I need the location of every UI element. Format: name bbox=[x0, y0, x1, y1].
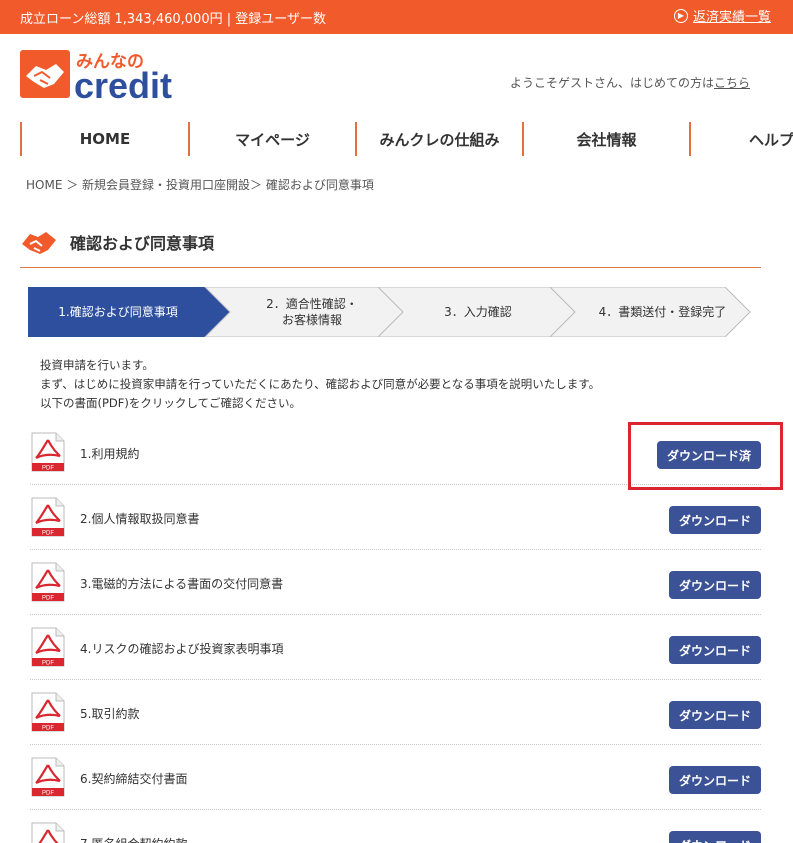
pdf-icon[interactable]: PDF bbox=[30, 822, 66, 843]
returns-link[interactable]: 返済実績一覧 bbox=[693, 6, 771, 25]
handshake-icon bbox=[22, 232, 56, 254]
document-name[interactable]: 7.匿名組合契約約款 bbox=[80, 835, 187, 843]
document-name[interactable]: 2.個人情報取扱同意書 bbox=[80, 510, 199, 527]
handshake-logo-icon: みんなの credit bbox=[20, 50, 172, 106]
document-name[interactable]: 6.契約締結交付書面 bbox=[80, 770, 187, 787]
pdf-icon[interactable]: PDF bbox=[30, 627, 66, 667]
highlight-box bbox=[628, 422, 783, 490]
document-row: PDF 2.個人情報取扱同意書 ダウンロード bbox=[30, 485, 761, 550]
nav-item-how-it-works[interactable]: みんクレの仕組み bbox=[355, 122, 522, 156]
step-4-label: 4．書類送付・登録完了 bbox=[598, 305, 727, 319]
nav-item-home[interactable]: HOME bbox=[20, 122, 188, 156]
returns-link-group[interactable]: ▶ 返済実績一覧 bbox=[673, 6, 771, 25]
step-indicator: 1.確認および同意事項 2．適合性確認・ お客様情報 3．入力確認 4．書類送付… bbox=[28, 287, 768, 337]
site-logo[interactable]: みんなの credit bbox=[20, 46, 200, 106]
step-2-line1: 2．適合性確認・ bbox=[266, 297, 358, 311]
pdf-icon[interactable]: PDF bbox=[30, 757, 66, 797]
svg-text:PDF: PDF bbox=[42, 791, 54, 797]
pdf-icon[interactable]: PDF bbox=[30, 562, 66, 602]
svg-text:PDF: PDF bbox=[42, 596, 54, 602]
download-button[interactable]: ダウンロード bbox=[669, 636, 761, 664]
pdf-icon[interactable]: PDF bbox=[30, 432, 66, 472]
welcome-message: ようこそゲストさん、はじめての方はこちら bbox=[510, 74, 750, 91]
page-heading: 確認および同意事項 bbox=[20, 222, 761, 268]
document-name[interactable]: 3.電磁的方法による書面の交付同意書 bbox=[80, 575, 283, 592]
welcome-text: ようこそゲストさん、はじめての方は bbox=[510, 76, 715, 90]
document-row: PDF 4.リスクの確認および投資家表明事項 ダウンロード bbox=[30, 615, 761, 680]
download-button[interactable]: ダウンロード bbox=[669, 506, 761, 534]
first-time-link[interactable]: こちら bbox=[714, 76, 750, 90]
svg-text:PDF: PDF bbox=[42, 466, 54, 472]
intro-line1: 投資申請を行います。 bbox=[40, 358, 154, 372]
download-button[interactable]: ダウンロード bbox=[669, 766, 761, 794]
step-3-label: 3．入力確認 bbox=[444, 305, 512, 319]
document-row: PDF 7.匿名組合契約約款 ダウンロード bbox=[30, 810, 761, 843]
step-2-label: 2．適合性確認・ お客様情報 bbox=[228, 287, 396, 337]
document-name[interactable]: 1.利用規約 bbox=[80, 445, 139, 462]
svg-text:PDF: PDF bbox=[42, 726, 54, 732]
arrow-circle-icon: ▶ bbox=[673, 8, 688, 23]
breadcrumb: HOME ＞ 新規会員登録・投資用口座開設＞ 確認および同意事項 bbox=[26, 178, 374, 192]
pdf-icon[interactable]: PDF bbox=[30, 692, 66, 732]
document-row: PDF 5.取引約款 ダウンロード bbox=[30, 680, 761, 745]
download-button[interactable]: ダウンロード bbox=[669, 831, 761, 843]
pdf-icon[interactable]: PDF bbox=[30, 497, 66, 537]
step-1-label: 1.確認および同意事項 bbox=[58, 305, 178, 319]
main-nav: HOME マイページ みんクレの仕組み 会社情報 ヘルプ bbox=[0, 122, 793, 156]
intro-line3: 以下の書面(PDF)をクリックしてご確認ください。 bbox=[40, 396, 302, 410]
intro-text: 投資申請を行います。 まず、はじめに投資家申請を行っていただくにあたり、確認およ… bbox=[40, 356, 600, 413]
page-title: 確認および同意事項 bbox=[70, 234, 215, 253]
nav-item-mypage[interactable]: マイページ bbox=[188, 122, 355, 156]
download-button[interactable]: ダウンロード bbox=[669, 701, 761, 729]
step-2-line2: お客様情報 bbox=[281, 313, 342, 327]
svg-text:PDF: PDF bbox=[42, 661, 54, 667]
document-row: PDF 3.電磁的方法による書面の交付同意書 ダウンロード bbox=[30, 550, 761, 615]
document-name[interactable]: 5.取引約款 bbox=[80, 705, 139, 722]
intro-line2: まず、はじめに投資家申請を行っていただくにあたり、確認および同意が必要となる事項… bbox=[40, 377, 601, 391]
svg-text:PDF: PDF bbox=[42, 531, 54, 537]
logo-line2: credit bbox=[74, 65, 172, 102]
document-row: PDF 6.契約締結交付書面 ダウンロード bbox=[30, 745, 761, 810]
document-name[interactable]: 4.リスクの確認および投資家表明事項 bbox=[80, 640, 283, 657]
nav-item-help[interactable]: ヘルプ bbox=[689, 122, 793, 156]
top-bar: 成立ローン総額 1,343,460,000円 | 登録ユーザー数 ▶ 返済実績一… bbox=[0, 0, 793, 34]
loan-stats: 成立ローン総額 1,343,460,000円 | 登録ユーザー数 bbox=[20, 12, 326, 27]
nav-item-company[interactable]: 会社情報 bbox=[522, 122, 689, 156]
download-button[interactable]: ダウンロード bbox=[669, 571, 761, 599]
